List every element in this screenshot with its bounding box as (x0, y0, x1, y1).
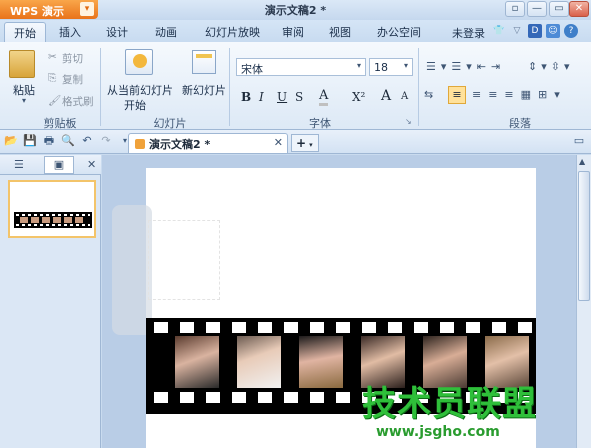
group-divider (100, 48, 101, 126)
title-placeholder[interactable] (148, 220, 220, 300)
open-folder-icon[interactable]: 📂 (4, 134, 18, 148)
align-buttons-icon[interactable]: ≡≡≡▦⊞▾ (472, 88, 567, 101)
tab-insert[interactable]: 插入 (50, 22, 90, 42)
minimize-button[interactable]: — (527, 1, 547, 17)
slides-view-icon: ▣ (53, 158, 65, 171)
play-from-current-icon[interactable] (125, 49, 153, 75)
tab-review[interactable]: 审阅 (273, 22, 313, 42)
scroll-up-icon[interactable]: ▲ (579, 157, 585, 166)
shrink-font-button[interactable]: A (401, 91, 408, 102)
outline-view-icon[interactable]: ☰ (14, 158, 24, 171)
font-name-select[interactable]: 宋体 (236, 58, 366, 76)
photo-2 (237, 336, 281, 388)
dialog-launcher-icon[interactable]: ↘ (405, 117, 412, 126)
chevron-down-icon: ▾ (404, 61, 409, 70)
tab-slideshow[interactable]: 幻灯片放映 (196, 22, 269, 42)
close-tab-icon[interactable]: ✕ (274, 136, 283, 149)
thumbnail-holes-bottom (16, 224, 90, 226)
font-color-button[interactable]: A (319, 88, 329, 106)
chevron-down-icon: ▾ (357, 61, 362, 70)
copy-icon: ⎘ (48, 72, 57, 84)
slides-group-label: 幻灯片 (153, 117, 187, 130)
text-direction-icon[interactable]: ⇆ (424, 88, 440, 104)
tab-home[interactable]: 开始 (4, 22, 46, 42)
grow-font-button[interactable]: A (381, 88, 391, 104)
slide-header-icon (196, 54, 212, 58)
d-icon[interactable]: D (528, 24, 542, 38)
new-tab-button[interactable]: + ▾ (291, 134, 319, 152)
thumbnail-holes-top (16, 214, 90, 216)
watermark-logo: 技术员联盟 (362, 384, 537, 424)
chevron-down-icon: ▾ (22, 96, 27, 105)
user-icon[interactable]: ☺ (546, 24, 560, 38)
format-painter-icon: 🖌 (48, 95, 62, 107)
tab-office-space[interactable]: 办公空间 (368, 22, 430, 42)
copy-button[interactable]: 复制 (62, 72, 83, 87)
bold-button[interactable]: B (241, 90, 251, 104)
filmstrip-holes-top (154, 322, 534, 333)
paste-icon[interactable] (9, 50, 35, 78)
restore-skin-button[interactable]: ▫ (505, 1, 525, 17)
login-status[interactable]: 未登录 (452, 25, 485, 41)
print-icon[interactable]: 🖶 (42, 134, 56, 148)
document-tab-label: 演示文稿2 * (149, 138, 211, 151)
clipboard-group-label: 剪贴板 (43, 117, 77, 130)
underline-button[interactable]: U (277, 90, 287, 104)
close-pane-icon[interactable]: ✕ (87, 158, 96, 171)
group-divider (229, 48, 230, 126)
tab-design[interactable]: 设计 (97, 22, 137, 42)
vertical-scrollbar[interactable]: ▲ (576, 155, 591, 448)
window-title: 演示文稿2 * (264, 4, 327, 17)
bullets-icon[interactable]: ☰▾☰▾⇤⇥ (426, 60, 505, 73)
thumbnail-filmstrip (14, 212, 92, 228)
from-current-slide-button-line2[interactable]: 开始 (124, 97, 146, 113)
slides-view-tab[interactable]: ▣ (44, 156, 74, 174)
paragraph-group-label: 段落 (509, 117, 531, 130)
placeholder-shadow (112, 205, 152, 335)
tab-animation[interactable]: 动画 (146, 22, 186, 42)
new-slide-icon[interactable] (192, 50, 216, 74)
strikethrough-button[interactable]: S (295, 90, 303, 104)
save-icon[interactable]: 💾 (23, 134, 37, 148)
shirt-icon[interactable]: 👕 (492, 24, 506, 38)
window-layout-icon[interactable]: ▭ (572, 134, 586, 148)
superscript-button[interactable]: X² (352, 90, 365, 104)
undo-icon[interactable]: ↶ (80, 134, 94, 148)
scroll-thumb[interactable] (578, 171, 590, 301)
plus-icon: + (296, 136, 307, 150)
new-slide-button[interactable]: 新幻灯片 (182, 82, 226, 98)
presentation-icon (135, 139, 145, 149)
photo-3 (299, 336, 343, 388)
slide-thumbnail[interactable] (8, 180, 96, 238)
watermark-url: www.jsgho.com (376, 424, 500, 440)
font-group-label: 字体 (309, 117, 331, 130)
maximize-button[interactable]: ▭ (549, 1, 569, 17)
print-preview-icon[interactable]: 🔍 (61, 134, 75, 148)
group-divider (418, 48, 419, 126)
cut-button[interactable]: 剪切 (62, 51, 83, 66)
scissors-icon: ✂ (48, 51, 57, 63)
redo-icon[interactable]: ↷ (99, 134, 113, 148)
play-circle-icon (133, 54, 147, 68)
italic-button[interactable]: I (259, 90, 264, 104)
help-icon[interactable]: ? (564, 24, 578, 38)
close-button[interactable]: ✕ (569, 1, 589, 17)
thumbnail-photos (20, 217, 86, 223)
line-spacing-icon[interactable]: ⇕▾⇳▾ (528, 60, 573, 73)
document-tab[interactable]: 演示文稿2 * ✕ (128, 133, 288, 153)
align-left-icon: ≡ (452, 88, 462, 101)
format-painter-button[interactable]: 格式刷 (62, 94, 94, 109)
skin-icon[interactable]: ▽ (510, 24, 524, 38)
from-current-slide-button[interactable]: 从当前幻灯片 (107, 82, 173, 98)
chevron-down-icon: ▾ (309, 141, 313, 149)
align-left-button[interactable]: ≡ (448, 86, 466, 104)
photo-1 (175, 336, 219, 388)
tab-view[interactable]: 视图 (320, 22, 360, 42)
